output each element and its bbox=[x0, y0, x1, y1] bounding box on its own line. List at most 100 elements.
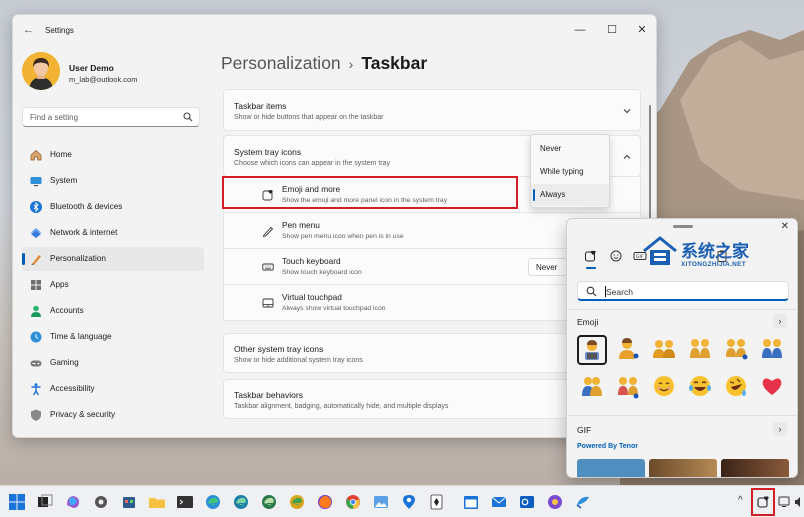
sidebar-item-bluetooth[interactable]: Bluetooth & devices bbox=[22, 195, 204, 219]
dropdown-option-while-typing[interactable]: While typing bbox=[531, 161, 609, 183]
sidebar-item-personalization[interactable]: Personalization bbox=[22, 247, 204, 271]
gif-more-button[interactable]: › bbox=[773, 422, 787, 436]
user-email: m_lab@outlook.com bbox=[69, 75, 138, 84]
taskbar: ^ bbox=[0, 485, 804, 517]
emoji-family-couple[interactable] bbox=[649, 335, 679, 365]
select-value: Never bbox=[536, 263, 558, 272]
row-title: Virtual touchpad bbox=[282, 292, 342, 302]
sidebar-item-label: Accessibility bbox=[50, 384, 95, 393]
back-arrow-icon[interactable]: ← bbox=[23, 24, 37, 38]
emoji-people-holding-hands[interactable] bbox=[685, 335, 715, 365]
chevron-up-icon[interactable] bbox=[622, 152, 632, 162]
emoji-person-laptop[interactable] bbox=[577, 335, 607, 365]
copilot-icon[interactable] bbox=[64, 493, 82, 511]
sidebar-item-label: Bluetooth & devices bbox=[50, 202, 123, 211]
emoji-search-input[interactable]: Search bbox=[577, 281, 789, 301]
taskbar-items-card[interactable]: Taskbar items Show or hide buttons that … bbox=[223, 89, 641, 131]
file-explorer-icon[interactable] bbox=[148, 493, 166, 511]
emoji-people-hugging[interactable] bbox=[577, 373, 607, 403]
chrome-icon[interactable] bbox=[344, 493, 362, 511]
red-heart-icon bbox=[762, 378, 782, 395]
monitor-icon bbox=[30, 177, 42, 187]
edge-beta-icon[interactable] bbox=[232, 493, 250, 511]
sidebar-item-system[interactable]: System bbox=[22, 169, 204, 193]
sidebar-item-accessibility[interactable]: Accessibility bbox=[22, 377, 204, 401]
close-icon[interactable]: ✕ bbox=[781, 221, 789, 232]
gif-thumbnail[interactable] bbox=[649, 459, 717, 477]
dropdown-option-never[interactable]: Never bbox=[531, 138, 609, 160]
sidebar-item-label: Time & language bbox=[50, 332, 112, 341]
dropdown-option-always[interactable]: Always bbox=[531, 184, 609, 206]
store-icon[interactable] bbox=[120, 493, 138, 511]
maps-pin-icon[interactable] bbox=[400, 493, 418, 511]
card-title: Other system tray icons bbox=[234, 344, 324, 354]
mail-icon[interactable] bbox=[490, 493, 508, 511]
sidebar-item-time-language[interactable]: Time & language bbox=[22, 325, 204, 349]
card-subtitle: Choose which icons can appear in the sys… bbox=[234, 160, 391, 167]
divider bbox=[567, 415, 797, 416]
emoji-group-blue-badge[interactable] bbox=[721, 335, 751, 365]
maximize-button[interactable]: ☐ bbox=[601, 21, 623, 39]
emoji-rolling-laughing[interactable] bbox=[721, 373, 751, 403]
emoji-couple-blue[interactable] bbox=[757, 335, 787, 365]
emoji-smiling-face[interactable] bbox=[649, 373, 679, 403]
minimize-button[interactable]: — bbox=[569, 21, 591, 39]
breadcrumb: Personalization › Taskbar bbox=[221, 53, 427, 74]
gif-thumbnail[interactable] bbox=[721, 459, 789, 477]
avatar[interactable] bbox=[22, 52, 60, 90]
photos-icon[interactable] bbox=[372, 493, 390, 511]
settings-gear-icon[interactable] bbox=[92, 493, 110, 511]
emoji-more-button[interactable]: › bbox=[773, 314, 787, 328]
drag-handle[interactable] bbox=[673, 225, 693, 228]
watermark-subtitle: XITONGZHIJIA.NET bbox=[681, 261, 746, 268]
emoji-heart-icon[interactable] bbox=[584, 249, 598, 263]
gif-thumbnail[interactable] bbox=[577, 459, 645, 477]
emoji-tears-of-joy[interactable] bbox=[685, 373, 715, 403]
sidebar-item-home[interactable]: Home bbox=[22, 143, 204, 167]
emoji-red-heart[interactable] bbox=[757, 373, 787, 403]
touchpad-icon bbox=[262, 298, 274, 308]
smiley-icon[interactable] bbox=[609, 249, 623, 263]
task-view-icon[interactable] bbox=[36, 493, 54, 511]
phone-link-icon[interactable] bbox=[546, 493, 564, 511]
display-tray-icon[interactable] bbox=[778, 495, 792, 509]
calendar-icon[interactable] bbox=[462, 493, 480, 511]
sidebar-item-label: Network & internet bbox=[50, 228, 118, 237]
accessibility-icon bbox=[31, 383, 41, 396]
volume-icon[interactable] bbox=[794, 495, 804, 509]
emoji-person-blue-badge[interactable] bbox=[613, 335, 643, 365]
touch-keyboard-select[interactable]: Never bbox=[528, 258, 568, 276]
powered-by-tenor[interactable]: Powered By Tenor bbox=[577, 443, 638, 450]
tray-visibility-dropdown[interactable]: Never While typing Always bbox=[530, 134, 610, 208]
card-title: Taskbar behaviors bbox=[234, 390, 303, 400]
edge-dev-icon[interactable] bbox=[260, 493, 278, 511]
chevron-down-icon[interactable] bbox=[622, 106, 632, 116]
remote-app-icon[interactable] bbox=[574, 493, 592, 511]
rolling-laughing-icon bbox=[726, 376, 746, 396]
sidebar-item-apps[interactable]: Apps bbox=[22, 273, 204, 297]
chevron-up-tray-icon[interactable]: ^ bbox=[738, 495, 743, 506]
find-setting-input[interactable]: Find a setting bbox=[22, 107, 200, 127]
windows-start-icon[interactable] bbox=[8, 493, 26, 511]
card-subtitle: Show or hide buttons that appear on the … bbox=[234, 114, 384, 121]
search-icon bbox=[586, 286, 597, 297]
edge-icon[interactable] bbox=[204, 493, 222, 511]
close-button[interactable]: ✕ bbox=[631, 21, 653, 39]
home-icon bbox=[30, 150, 42, 161]
sidebar-item-privacy-security[interactable]: Privacy & security bbox=[22, 403, 204, 427]
breadcrumb-parent[interactable]: Personalization bbox=[221, 53, 341, 73]
terminal-icon[interactable] bbox=[176, 493, 194, 511]
sidebar-item-network[interactable]: Network & internet bbox=[22, 221, 204, 245]
firefox-icon[interactable] bbox=[316, 493, 334, 511]
solitaire-icon[interactable] bbox=[428, 493, 446, 511]
search-icon[interactable] bbox=[183, 112, 193, 122]
sidebar-item-accounts[interactable]: Accounts bbox=[22, 299, 204, 323]
emoji-row-highlight bbox=[222, 176, 518, 209]
person-at-laptop-icon bbox=[585, 340, 599, 360]
outlook-icon[interactable] bbox=[518, 493, 536, 511]
divider bbox=[567, 309, 797, 310]
edge-canary-icon[interactable] bbox=[288, 493, 306, 511]
emoji-family-red[interactable] bbox=[613, 373, 643, 403]
card-subtitle: Taskbar alignment, badging, automaticall… bbox=[234, 403, 449, 410]
sidebar-item-gaming[interactable]: Gaming bbox=[22, 351, 204, 375]
